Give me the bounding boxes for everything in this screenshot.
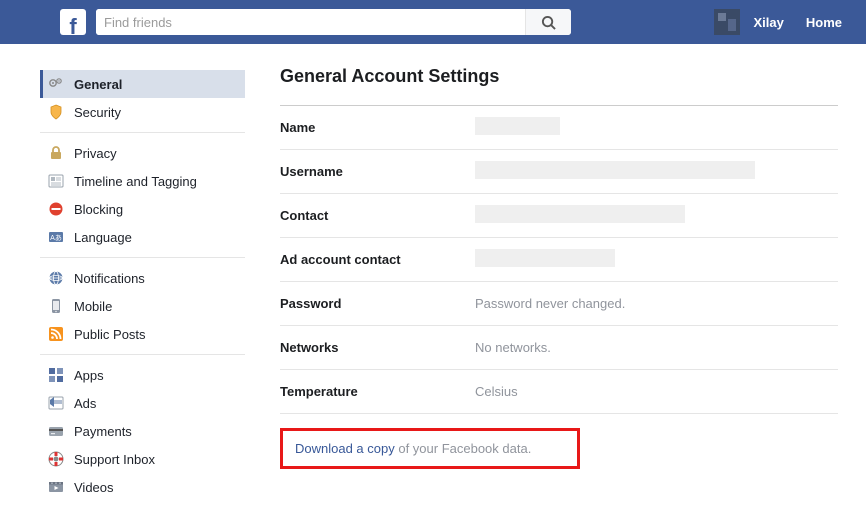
search-input[interactable] bbox=[96, 9, 525, 35]
settings-row-label: Temperature bbox=[280, 384, 475, 399]
download-data-link[interactable]: Download a copy bbox=[295, 441, 395, 456]
sidebar-item-blocking[interactable]: Blocking bbox=[40, 195, 245, 223]
sidebar-item-label: Ads bbox=[74, 396, 96, 411]
sidebar-item-public[interactable]: Public Posts bbox=[40, 320, 245, 348]
search-container bbox=[96, 9, 571, 35]
sidebar-item-privacy[interactable]: Privacy bbox=[40, 139, 245, 167]
sidebar-group: Notifications Mobile Public Posts bbox=[40, 258, 245, 355]
search-icon bbox=[541, 15, 556, 30]
settings-row-label: Password bbox=[280, 296, 475, 311]
sidebar-item-label: Notifications bbox=[74, 271, 145, 286]
redacted-value bbox=[475, 161, 755, 179]
settings-row[interactable]: TemperatureCelsius bbox=[280, 370, 838, 414]
settings-row-value bbox=[475, 205, 685, 226]
settings-row[interactable]: Name bbox=[280, 106, 838, 150]
settings-row-value: Celsius bbox=[475, 384, 518, 399]
topbar-right: Xilay Home bbox=[714, 9, 850, 35]
gear-icon bbox=[48, 76, 64, 92]
ads-icon bbox=[48, 395, 64, 411]
sidebar-group: Apps Ads Payments Support Inbox Videos bbox=[40, 355, 245, 507]
sidebar-item-label: Timeline and Tagging bbox=[74, 174, 197, 189]
sidebar-item-label: Security bbox=[74, 105, 121, 120]
download-data-box: Download a copy of your Facebook data. bbox=[280, 428, 580, 469]
svg-text:Aあ: Aあ bbox=[50, 234, 62, 242]
sidebar-item-label: Apps bbox=[74, 368, 104, 383]
shield-icon bbox=[48, 104, 64, 120]
settings-row-value: Password never changed. bbox=[475, 296, 625, 311]
search-button[interactable] bbox=[525, 9, 571, 35]
mobile-icon bbox=[48, 298, 64, 314]
sidebar-item-label: Support Inbox bbox=[74, 452, 155, 467]
settings-row-label: Networks bbox=[280, 340, 475, 355]
profile-link[interactable]: Xilay bbox=[746, 15, 792, 30]
sidebar-item-timeline[interactable]: Timeline and Tagging bbox=[40, 167, 245, 195]
home-link[interactable]: Home bbox=[798, 15, 850, 30]
sidebar-item-videos[interactable]: Videos bbox=[40, 473, 245, 501]
sidebar-item-support[interactable]: Support Inbox bbox=[40, 445, 245, 473]
settings-row-label: Username bbox=[280, 164, 475, 179]
sidebar-item-label: Mobile bbox=[74, 299, 112, 314]
sidebar-item-apps[interactable]: Apps bbox=[40, 361, 245, 389]
timeline-icon bbox=[48, 173, 64, 189]
avatar[interactable] bbox=[714, 9, 740, 35]
videos-icon bbox=[48, 479, 64, 495]
sidebar-item-general[interactable]: General bbox=[40, 70, 245, 98]
sidebar-group: General Security bbox=[40, 64, 245, 133]
page-title: General Account Settings bbox=[280, 66, 838, 87]
settings-row[interactable]: Username bbox=[280, 150, 838, 194]
language-icon: Aあ bbox=[48, 229, 64, 245]
redacted-value bbox=[475, 205, 685, 223]
sidebar-item-ads[interactable]: Ads bbox=[40, 389, 245, 417]
redacted-value bbox=[475, 117, 560, 135]
lock-icon bbox=[48, 145, 64, 161]
download-data-text: of your Facebook data. bbox=[395, 441, 532, 456]
sidebar-item-label: Language bbox=[74, 230, 132, 245]
rss-icon bbox=[48, 326, 64, 342]
top-navbar: f Xilay Home bbox=[0, 0, 866, 44]
settings-table: Name Username Contact Ad account contact Pas… bbox=[280, 105, 838, 414]
settings-row-value bbox=[475, 117, 560, 138]
sidebar-item-label: Payments bbox=[74, 424, 132, 439]
payments-icon bbox=[48, 423, 64, 439]
settings-row-value: No networks. bbox=[475, 340, 551, 355]
block-icon bbox=[48, 201, 64, 217]
sidebar-item-label: Videos bbox=[74, 480, 114, 495]
sidebar-item-payments[interactable]: Payments bbox=[40, 417, 245, 445]
settings-row-value bbox=[475, 249, 615, 270]
sidebar-group: Privacy Timeline and Tagging Blocking Aあ Lan… bbox=[40, 133, 245, 258]
support-icon bbox=[48, 451, 64, 467]
globe-icon bbox=[48, 270, 64, 286]
settings-row[interactable]: Ad account contact bbox=[280, 238, 838, 282]
sidebar-item-label: Blocking bbox=[74, 202, 123, 217]
sidebar-item-label: General bbox=[74, 77, 122, 92]
settings-row-value bbox=[475, 161, 755, 182]
redacted-value bbox=[475, 249, 615, 267]
settings-row-label: Contact bbox=[280, 208, 475, 223]
sidebar-item-security[interactable]: Security bbox=[40, 98, 245, 126]
settings-row-label: Ad account contact bbox=[280, 252, 475, 267]
sidebar-item-label: Privacy bbox=[74, 146, 117, 161]
sidebar-item-mobile[interactable]: Mobile bbox=[40, 292, 245, 320]
settings-row[interactable]: NetworksNo networks. bbox=[280, 326, 838, 370]
sidebar-item-label: Public Posts bbox=[74, 327, 146, 342]
settings-main: General Account Settings Name Username Con… bbox=[245, 64, 866, 507]
apps-icon bbox=[48, 367, 64, 383]
settings-row[interactable]: PasswordPassword never changed. bbox=[280, 282, 838, 326]
settings-sidebar: General Security Privacy Timeline and Taggi… bbox=[40, 64, 245, 507]
facebook-logo-icon[interactable]: f bbox=[60, 9, 86, 35]
sidebar-item-language[interactable]: Aあ Language bbox=[40, 223, 245, 251]
content-area: General Security Privacy Timeline and Taggi… bbox=[0, 44, 866, 507]
sidebar-item-notifications[interactable]: Notifications bbox=[40, 264, 245, 292]
settings-row-label: Name bbox=[280, 120, 475, 135]
settings-row[interactable]: Contact bbox=[280, 194, 838, 238]
